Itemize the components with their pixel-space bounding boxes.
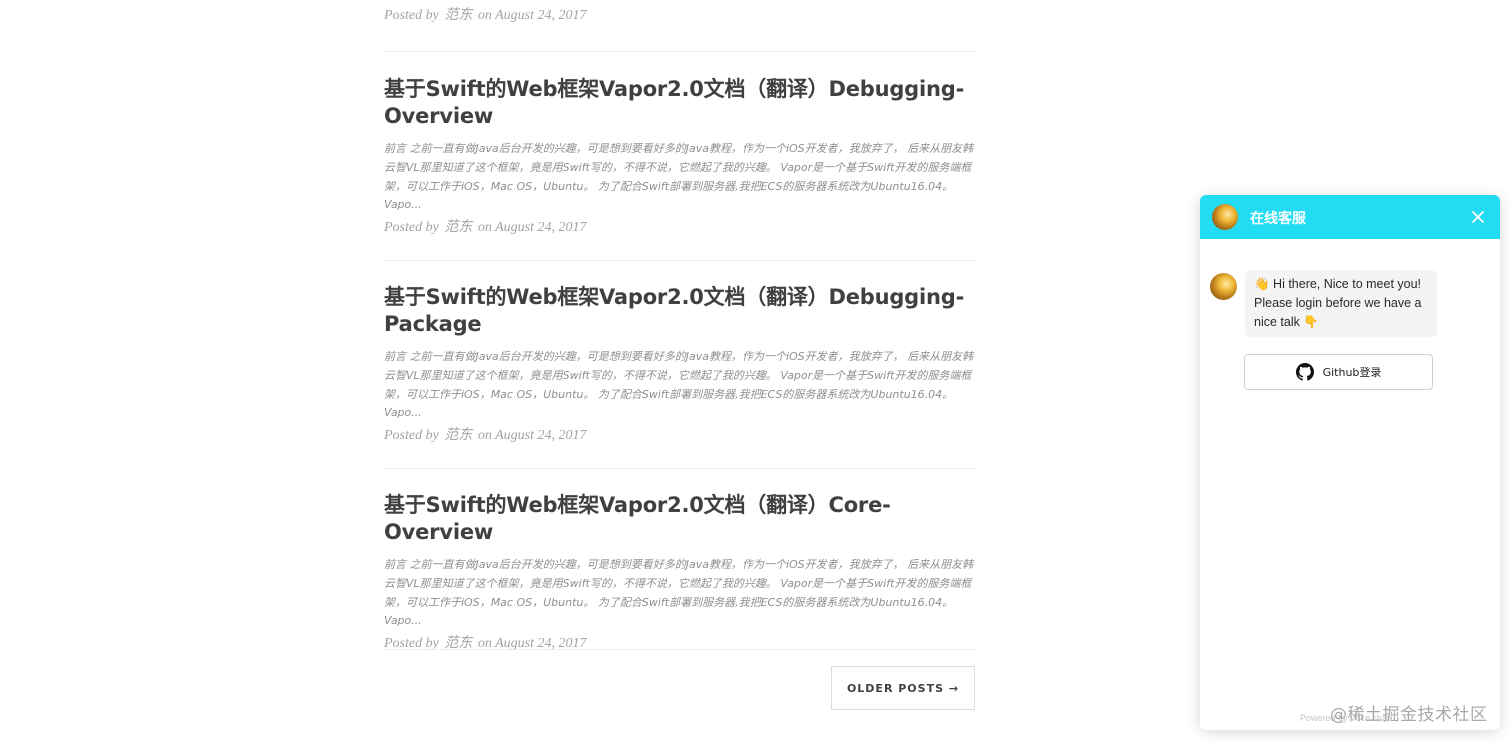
post-preview[interactable]: 基于Swift的Web框架Vapor2.0文档（翻译）Debugging-Pac… — [384, 284, 975, 445]
github-login-label: Github登录 — [1322, 366, 1382, 379]
post-excerpt: 前言 之前一直有做Java后台开发的兴趣，可是想到要看好多的Java教程，作为一… — [384, 350, 974, 420]
github-icon — [1295, 363, 1314, 381]
chat-title: 在线客服 — [1250, 211, 1306, 227]
post-author[interactable]: 范东 — [444, 220, 472, 235]
post-excerpt: 前言 之前一直有做Java后台开发的兴趣，可是想到要看好多的Java教程，作为一… — [384, 558, 974, 628]
avatar — [1212, 204, 1238, 230]
post-divider — [384, 51, 975, 52]
post-divider — [384, 260, 975, 261]
post-title[interactable]: 基于Swift的Web框架Vapor2.0文档（翻译）Debugging-Ove… — [384, 76, 975, 130]
post-author[interactable]: 范东 — [444, 8, 472, 23]
post-divider — [384, 649, 975, 650]
post-divider — [384, 468, 975, 469]
post-date: on August 24, 2017 — [477, 220, 587, 236]
chat-message: 👋 Hi there, Nice to meet you! Please log… — [1245, 270, 1437, 337]
chat-header: 在线客服 — [1200, 195, 1500, 239]
post-preview[interactable]: 基于Swift的Web框架Vapor2.0文档（翻译）Debugging-Ove… — [384, 76, 975, 237]
post-date: on August 24, 2017 — [477, 8, 587, 23]
post-excerpt: 前言 之前一直有做Java后台开发的兴趣，可是想到要看好多的Java教程，作为一… — [384, 142, 974, 212]
github-login-button[interactable]: Github登录 — [1244, 354, 1433, 390]
close-icon[interactable] — [1470, 209, 1486, 225]
older-posts-button[interactable]: OLDER POSTS → — [831, 666, 975, 710]
watermark: @稀土掘金技术社区 — [1330, 705, 1488, 725]
post-preview[interactable]: 基于Swift的Web框架Vapor2.0文档（翻译）Core-Overview… — [384, 492, 975, 653]
post-title[interactable]: 基于Swift的Web框架Vapor2.0文档（翻译）Debugging-Pac… — [384, 284, 975, 338]
post-meta: Posted by 范东 on August 24, 2017 — [384, 7, 586, 25]
post-meta: Posted by 范东 on August 24, 2017 — [384, 427, 975, 445]
post-author[interactable]: 范东 — [444, 428, 472, 443]
post-date: on August 24, 2017 — [477, 428, 587, 444]
post-title[interactable]: 基于Swift的Web框架Vapor2.0文档（翻译）Core-Overview — [384, 492, 975, 546]
chat-widget: 在线客服 👋 Hi there, Nice to meet you! Pleas… — [1200, 195, 1500, 730]
posted-by-label: Posted by — [384, 8, 439, 23]
post-meta: Posted by 范东 on August 24, 2017 — [384, 635, 975, 653]
post-meta: Posted by 范东 on August 24, 2017 — [384, 219, 975, 237]
posted-by-label: Posted by — [384, 220, 439, 236]
posted-by-label: Posted by — [384, 428, 439, 444]
avatar — [1210, 273, 1237, 300]
